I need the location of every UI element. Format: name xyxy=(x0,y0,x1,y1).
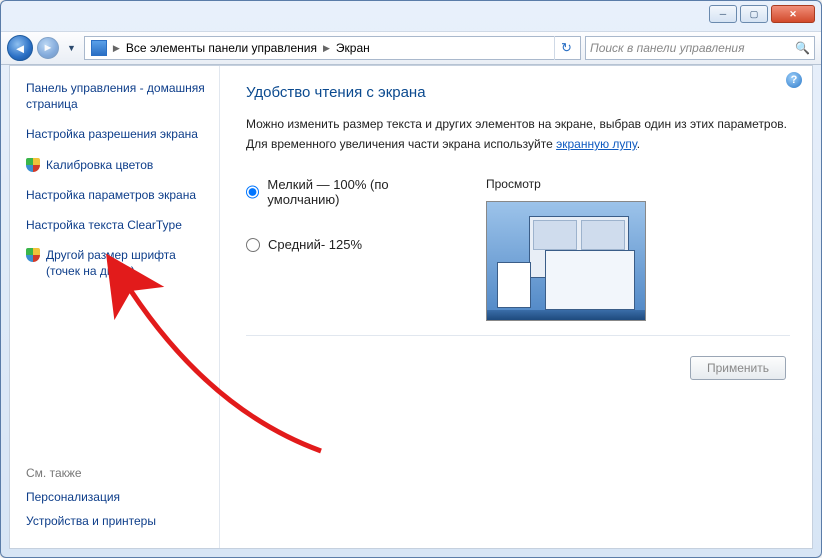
preview-column: Просмотр xyxy=(486,177,646,321)
search-placeholder: Поиск в панели управления xyxy=(590,41,745,55)
apply-row: Применить xyxy=(246,356,790,380)
see-also-devices-printers[interactable]: Устройства и принтеры xyxy=(26,514,209,528)
monitor-icon xyxy=(91,40,107,56)
magnifier-link[interactable]: экранную лупу xyxy=(556,137,637,151)
preview-label: Просмотр xyxy=(486,177,646,191)
description-pre: Для временного увеличения части экрана и… xyxy=(246,137,556,151)
forward-button[interactable]: ► xyxy=(37,37,59,59)
back-button[interactable]: ◄ xyxy=(7,35,33,61)
close-button[interactable]: ✕ xyxy=(771,5,815,23)
size-options: Мелкий — 100% (по умолчанию) Средний- 12… xyxy=(246,177,790,321)
see-also-header: См. также xyxy=(26,466,209,480)
search-input[interactable]: Поиск в панели управления 🔍 xyxy=(585,36,815,60)
see-also-personalization[interactable]: Персонализация xyxy=(26,490,209,504)
shield-icon xyxy=(26,248,40,262)
radio-medium[interactable]: Средний- 125% xyxy=(246,237,456,252)
sidebar-item-label: Другой размер шрифта (точек на дюйм) xyxy=(46,247,209,279)
minimize-button[interactable]: ─ xyxy=(709,5,737,23)
breadcrumb-current[interactable]: Экран xyxy=(332,41,374,55)
apply-button[interactable]: Применить xyxy=(690,356,786,380)
address-bar[interactable]: ▶ Все элементы панели управления ▶ Экран… xyxy=(84,36,581,60)
window-titlebar: ─ ▢ ✕ xyxy=(1,1,821,31)
sidebar-item-color-calibration[interactable]: Калибровка цветов xyxy=(26,157,209,173)
sidebar-item-label: Панель управления - домашняя страница xyxy=(26,80,209,112)
divider xyxy=(246,335,790,336)
radio-small-input[interactable] xyxy=(246,185,259,199)
sidebar-item-home[interactable]: Панель управления - домашняя страница xyxy=(26,80,209,112)
preview-window xyxy=(497,262,531,308)
description-line-2: Для временного увеличения части экрана и… xyxy=(246,135,790,153)
shield-icon xyxy=(26,158,40,172)
preview-taskbar xyxy=(487,310,645,320)
sidebar-item-custom-dpi[interactable]: Другой размер шрифта (точек на дюйм) xyxy=(26,247,209,279)
breadcrumb-parent[interactable]: Все элементы панели управления xyxy=(122,41,321,55)
radio-medium-label: Средний- 125% xyxy=(268,237,362,252)
control-panel-window: ─ ▢ ✕ ◄ ► ▼ ▶ Все элементы панели управл… xyxy=(0,0,822,558)
sidebar-item-display-settings[interactable]: Настройка параметров экрана xyxy=(26,187,209,203)
sidebar-item-label: Настройка параметров экрана xyxy=(26,187,196,203)
sidebar: Панель управления - домашняя страница На… xyxy=(10,66,220,548)
sidebar-item-cleartype[interactable]: Настройка текста ClearType xyxy=(26,217,209,233)
maximize-button[interactable]: ▢ xyxy=(740,5,768,23)
help-icon[interactable]: ? xyxy=(786,72,802,88)
radio-medium-input[interactable] xyxy=(246,238,260,252)
description-line-1: Можно изменить размер текста и других эл… xyxy=(246,115,790,133)
size-radio-group: Мелкий — 100% (по умолчанию) Средний- 12… xyxy=(246,177,456,321)
window-body: Панель управления - домашняя страница На… xyxy=(9,65,813,549)
preview-window xyxy=(581,220,625,250)
refresh-button[interactable]: ↻ xyxy=(554,36,578,60)
nav-history-dropdown[interactable]: ▼ xyxy=(63,43,80,53)
preview-thumbnail xyxy=(486,201,646,321)
description-post: . xyxy=(637,137,640,151)
radio-small-label: Мелкий — 100% (по умолчанию) xyxy=(267,177,456,207)
sidebar-item-resolution[interactable]: Настройка разрешения экрана xyxy=(26,126,209,142)
radio-small[interactable]: Мелкий — 100% (по умолчанию) xyxy=(246,177,456,207)
navigation-bar: ◄ ► ▼ ▶ Все элементы панели управления ▶… xyxy=(1,31,821,65)
preview-window xyxy=(545,250,635,310)
search-icon: 🔍 xyxy=(795,41,810,55)
sidebar-item-label: Настройка разрешения экрана xyxy=(26,126,198,142)
chevron-right-icon: ▶ xyxy=(321,43,332,54)
page-title: Удобство чтения с экрана xyxy=(246,84,790,101)
sidebar-spacer xyxy=(26,294,209,467)
sidebar-item-label: Настройка текста ClearType xyxy=(26,217,182,233)
sidebar-item-label: Калибровка цветов xyxy=(46,157,153,173)
main-content: ? Удобство чтения с экрана Можно изменит… xyxy=(220,66,812,548)
chevron-right-icon: ▶ xyxy=(111,43,122,54)
preview-window xyxy=(533,220,577,250)
